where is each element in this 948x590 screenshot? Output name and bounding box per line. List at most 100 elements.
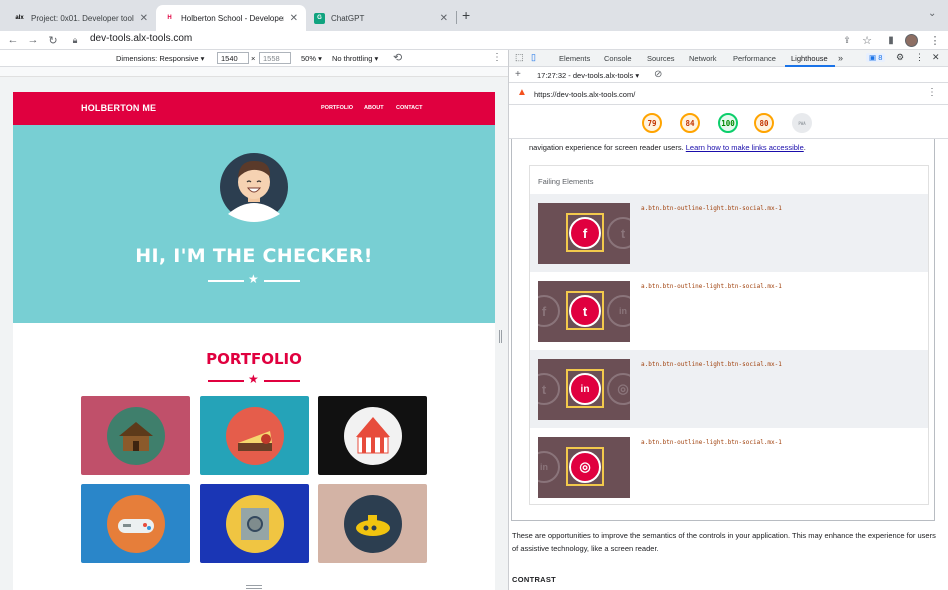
- close-icon[interactable]: ✕: [440, 13, 448, 24]
- side-panel-icon[interactable]: ▮: [884, 33, 898, 47]
- pwa-score-gauge[interactable]: PWA: [792, 113, 812, 133]
- address-bar-url[interactable]: dev-tools.alx-tools.com: [90, 33, 192, 44]
- portfolio-item-cabin[interactable]: [81, 396, 190, 475]
- divider-line: [264, 380, 300, 382]
- hero-title: HI, I'M THE CHECKER!: [135, 245, 373, 267]
- kebab-menu-icon[interactable]: ⋮: [928, 33, 942, 47]
- hero-section: HI, I'M THE CHECKER! ★: [13, 125, 495, 323]
- portfolio-item-circus[interactable]: [318, 396, 427, 475]
- lock-icon[interactable]: 🔒︎: [68, 33, 82, 47]
- highlight-box: [566, 213, 604, 252]
- browser-tab-chatgpt[interactable]: G ChatGPT ✕: [306, 5, 456, 31]
- back-arrow-icon[interactable]: ←: [6, 33, 20, 47]
- browser-tab-holberton[interactable]: H Holberton School - Developer to ✕: [156, 5, 306, 31]
- close-icon[interactable]: ✕: [140, 13, 148, 24]
- reload-icon[interactable]: ↻: [46, 33, 60, 47]
- close-icon[interactable]: ✕: [290, 13, 298, 24]
- zoom-select[interactable]: 50% ▾: [301, 54, 322, 63]
- element-screenshot: in ◎: [538, 437, 630, 498]
- report-session-select[interactable]: 17:27:32 - dev-tools.alx-tools ▾: [537, 71, 639, 80]
- portfolio-item-cake[interactable]: [200, 396, 309, 475]
- devtools-menu-icon[interactable]: ⋮: [915, 52, 924, 63]
- tab-console[interactable]: Console: [604, 54, 632, 63]
- site-navbar: HOLBERTON ME PORTFOLIO ABOUT CONTACT: [13, 92, 495, 125]
- close-devtools-icon[interactable]: ✕: [932, 52, 940, 63]
- accessibility-score-gauge[interactable]: 84: [680, 113, 700, 133]
- rotate-icon[interactable]: ⟲: [393, 51, 402, 64]
- throttling-select[interactable]: No throttling ▾: [332, 54, 378, 63]
- portfolio-item-game[interactable]: [81, 484, 190, 563]
- best-practices-score-gauge[interactable]: 100: [718, 113, 738, 133]
- devtools-tab-bar: ⬚ ▯ Elements Console Sources Network Per…: [509, 50, 948, 67]
- tab-elements[interactable]: Elements: [559, 54, 590, 63]
- more-tabs-icon[interactable]: »: [838, 53, 843, 63]
- height-input[interactable]: 1558: [259, 52, 291, 64]
- highlight-box: [566, 291, 604, 330]
- report-menu-icon[interactable]: ⋮: [927, 87, 937, 98]
- twitter-icon: t: [607, 217, 630, 249]
- width-input[interactable]: 1540: [217, 52, 249, 64]
- element-screenshot: t f: [538, 203, 630, 264]
- holberton-favicon-icon: H: [167, 15, 172, 21]
- rendered-website: HOLBERTON ME PORTFOLIO ABOUT CONTACT HI,…: [13, 92, 495, 590]
- star-icon: ★: [248, 272, 259, 286]
- tab-network[interactable]: Network: [689, 54, 717, 63]
- twitter-icon: t: [538, 373, 560, 405]
- report-url[interactable]: https://dev-tools.alx-tools.com/: [534, 90, 635, 99]
- element-selector[interactable]: a.btn.btn-outline-light.btn-social.mx-1: [641, 205, 782, 212]
- tab-divider: [456, 11, 457, 24]
- portfolio-item-safe[interactable]: [200, 484, 309, 563]
- cake-icon: [226, 407, 284, 465]
- linkedin-icon: in: [607, 295, 630, 327]
- tab-title: ChatGPT: [331, 13, 365, 23]
- audit-intro-end: .: [803, 143, 806, 152]
- circus-tent-icon: [344, 407, 402, 465]
- settings-gear-icon[interactable]: ⚙: [896, 52, 904, 63]
- dribbble-icon: ◎: [607, 373, 630, 405]
- tab-performance[interactable]: Performance: [733, 54, 776, 63]
- failing-element-row[interactable]: f in t a.btn.btn-outline-light.btn-socia…: [530, 272, 928, 350]
- viewport-bottom-resize-handle[interactable]: [246, 585, 262, 589]
- lighthouse-logo-icon: ▲: [517, 87, 527, 98]
- nav-link-contact[interactable]: CONTACT: [396, 105, 422, 111]
- submarine-icon: [344, 495, 402, 553]
- avatar[interactable]: [905, 34, 918, 47]
- failing-element-row[interactable]: t f a.btn.btn-outline-light.btn-social.m…: [530, 194, 928, 272]
- media-query-ruler: [0, 67, 508, 77]
- element-selector[interactable]: a.btn.btn-outline-light.btn-social.mx-1: [641, 283, 782, 290]
- divider-line: [208, 380, 244, 382]
- nav-link-portfolio[interactable]: PORTFOLIO: [321, 105, 353, 111]
- device-toggle-icon[interactable]: ▯: [531, 52, 536, 63]
- site-brand[interactable]: HOLBERTON ME: [81, 103, 156, 113]
- element-selector[interactable]: a.btn.btn-outline-light.btn-social.mx-1: [641, 361, 782, 368]
- element-selector[interactable]: a.btn.btn-outline-light.btn-social.mx-1: [641, 439, 782, 446]
- seo-score-gauge[interactable]: 80: [754, 113, 774, 133]
- failing-element-row[interactable]: in ◎ a.btn.btn-outline-light.btn-social.…: [530, 428, 928, 506]
- viewport-resize-handle[interactable]: [499, 330, 502, 343]
- clear-icon[interactable]: ⊘: [654, 69, 662, 80]
- forward-arrow-icon[interactable]: →: [26, 33, 40, 47]
- learn-more-link[interactable]: Learn how to make links accessible: [686, 143, 804, 152]
- tab-search-chevron-icon[interactable]: ⌄: [928, 8, 936, 19]
- nav-link-about[interactable]: ABOUT: [364, 105, 384, 111]
- dimensions-select[interactable]: Dimensions: Responsive ▾: [116, 54, 204, 63]
- failing-element-row[interactable]: t ◎ in a.btn.btn-outline-light.btn-socia…: [530, 350, 928, 428]
- share-icon[interactable]: ⇪: [840, 33, 854, 47]
- device-viewport-pane: Dimensions: Responsive ▾ 1540 × 1558 50%…: [0, 50, 508, 590]
- new-report-plus-icon[interactable]: +: [515, 69, 521, 80]
- tab-title: Holberton School - Developer to: [181, 13, 284, 23]
- inspect-element-icon[interactable]: ⬚: [515, 52, 524, 63]
- issues-badge[interactable]: ▣ 8: [866, 53, 886, 62]
- portfolio-item-submarine[interactable]: [318, 484, 427, 563]
- issues-count: 8: [878, 53, 883, 62]
- bookmark-star-icon[interactable]: ☆: [860, 33, 874, 47]
- tab-sources[interactable]: Sources: [647, 54, 675, 63]
- element-screenshot: f in t: [538, 281, 630, 342]
- performance-score-gauge[interactable]: 79: [642, 113, 662, 133]
- browser-tab-project[interactable]: alx Project: 0x01. Developer tools ✕: [6, 5, 156, 31]
- tab-lighthouse[interactable]: Lighthouse: [791, 54, 828, 63]
- browser-toolbar: ← → ↻ 🔒︎ dev-tools.alx-tools.com ⇪ ☆ ▮ ⋮: [0, 31, 948, 50]
- game-controller-icon: [107, 495, 165, 553]
- new-tab-plus-icon[interactable]: +: [462, 7, 470, 23]
- device-toolbar-menu-icon[interactable]: ⋮: [492, 52, 502, 63]
